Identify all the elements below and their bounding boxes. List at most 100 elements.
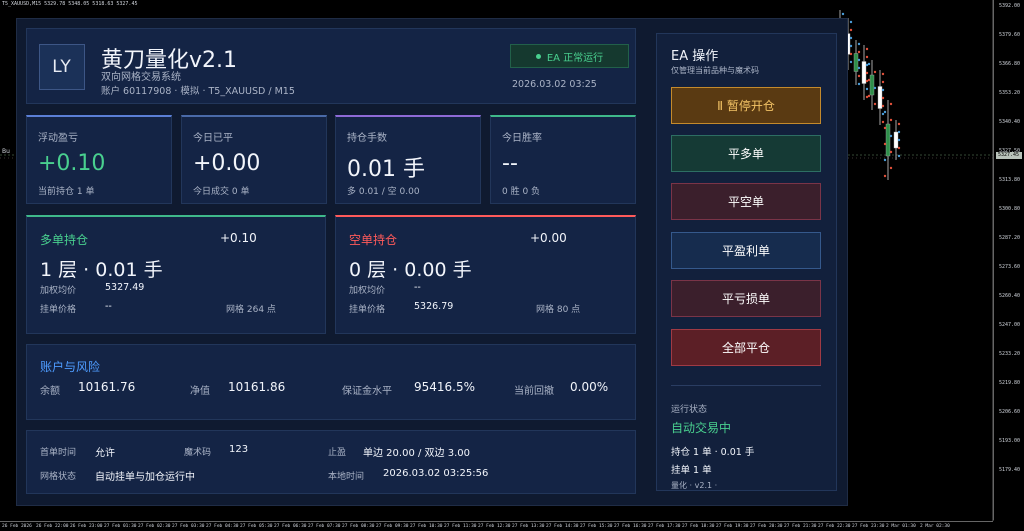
grid-order-marker: [857, 50, 861, 54]
stat-sub: 多 0.01 / 空 0.00: [347, 187, 420, 197]
price-axis-label: 5273.60: [999, 264, 1021, 270]
time-axis-label: 27 Feb 20:30: [750, 524, 783, 529]
risk-title: 账户与风险: [40, 360, 101, 374]
grid-order-marker: [889, 150, 893, 154]
ops-version: 量化 · v2.1 ·: [671, 481, 718, 490]
price-axis-label: 5392.00: [999, 3, 1021, 9]
time-axis-label: 27 Feb 23:30: [852, 524, 885, 529]
app-subtitle: 双向网格交易系统: [101, 72, 181, 83]
short-avg-label: 加权均价: [349, 286, 386, 296]
time-axis-label: 27 Feb 06:30: [274, 524, 307, 529]
grid-order-marker: [857, 42, 861, 46]
long-pending-value: --: [105, 301, 112, 312]
balance-value: 10161.76: [78, 380, 136, 394]
short-pending-label: 挂单价格: [349, 305, 386, 315]
grid-status-value: 自动挂单与加仓运行中: [95, 472, 195, 483]
close-short-button[interactable]: 平空单: [671, 183, 821, 220]
tp-value: 单边 20.00 / 双边 3.00: [363, 448, 470, 459]
grid-status-label: 网格状态: [40, 472, 77, 482]
grid-order-marker: [883, 174, 887, 178]
ops-positions: 持仓 1 单 · 0.01 手: [671, 447, 755, 458]
price-axis-label: 5366.80: [999, 61, 1021, 67]
time-axis-label: 27 Feb 12:30: [478, 524, 511, 529]
header-datetime: 2026.03.02 03:25: [512, 79, 597, 90]
grid-order-marker: [873, 86, 877, 90]
short-pending-value: 5326.79: [414, 301, 454, 312]
time-axis: 26 Feb 2026 26 Feb 22:00 26 Feb 23:00 27 Fe…: [0, 521, 993, 531]
time-axis-label: 27 Feb 08:30: [342, 524, 375, 529]
time-axis-label: 27 Feb 11:30: [444, 524, 477, 529]
run-state-value: 自动交易中: [671, 421, 732, 435]
candle-body: [893, 131, 899, 149]
grid-order-marker: [841, 12, 845, 16]
grid-order-marker: [889, 134, 893, 138]
close-loss-button[interactable]: 平亏损单: [671, 280, 821, 317]
chart-side-label: Bu: [2, 148, 10, 155]
grid-order-marker: [883, 158, 887, 162]
time-axis-label: 27 Feb 13:30: [512, 524, 545, 529]
grid-order-marker: [873, 70, 877, 74]
price-axis-label: 5353.20: [999, 90, 1021, 96]
grid-order-marker: [857, 58, 861, 62]
short-grid: 网格 80 点: [536, 305, 581, 315]
logo: LY: [39, 44, 85, 90]
time-axis-label: 26 Feb 22:00: [36, 524, 69, 529]
time-axis-label: 27 Feb 19:30: [716, 524, 749, 529]
close-all-button[interactable]: 全部平仓: [671, 329, 821, 366]
price-axis-label: 5179.40: [999, 467, 1021, 473]
long-pnl: +0.10: [220, 231, 257, 245]
candle-body: [869, 74, 875, 96]
time-axis-label: 27 Feb 18:30: [682, 524, 715, 529]
time-axis-label: 26 Feb 23:00: [70, 524, 103, 529]
close-profit-button[interactable]: 平盈利单: [671, 232, 821, 269]
drawdown-value: 0.00%: [570, 380, 609, 394]
grid-order-marker: [849, 20, 853, 24]
ea-panel: LY 黄刀量化v2.1 双向网格交易系统 账户 60117908 · 模拟 · …: [16, 18, 848, 506]
first-order-value: 允许: [95, 448, 115, 459]
time-axis-label: 27 Feb 02:30: [138, 524, 171, 529]
tp-label: 止盈: [328, 448, 347, 458]
magic-label: 魔术码: [184, 448, 212, 458]
long-grid: 网格 264 点: [226, 305, 276, 315]
ops-subtitle: 仅管理当前品种与魔术码: [671, 66, 759, 75]
grid-order-marker: [867, 78, 871, 82]
grid-order-marker: [849, 36, 853, 40]
grid-order-marker: [849, 60, 853, 64]
time-axis-label: 27 Feb 05:30: [240, 524, 273, 529]
price-axis-label: 5287.20: [999, 235, 1021, 241]
pause-open-button[interactable]: Ⅱ 暂停开仓: [671, 87, 821, 124]
local-time-label: 本地时间: [328, 472, 365, 482]
grid-order-marker: [867, 94, 871, 98]
grid-order-marker: [897, 154, 901, 158]
price-axis-label: 5260.40: [999, 293, 1021, 299]
time-axis-label: 27 Feb 14:30: [546, 524, 579, 529]
time-axis-label: 27 Feb 16:30: [614, 524, 647, 529]
ops-divider: [671, 385, 821, 386]
price-axis-label: 5233.20: [999, 351, 1021, 357]
long-pending-label: 挂单价格: [40, 305, 77, 315]
grid-order-marker: [881, 88, 885, 92]
grid-order-marker: [883, 126, 887, 130]
grid-order-marker: [857, 66, 861, 70]
stat-value: +0.00: [193, 151, 261, 176]
price-axis-label: 5219.80: [999, 380, 1021, 386]
grid-order-marker: [865, 87, 869, 91]
balance-label: 余额: [40, 386, 60, 397]
grid-order-marker: [881, 120, 885, 124]
grid-order-marker: [865, 55, 869, 59]
grid-order-marker: [881, 96, 885, 100]
grid-order-marker: [889, 166, 893, 170]
candle-body: [885, 123, 891, 157]
time-axis-label: 27 Feb 04:30: [206, 524, 239, 529]
candle-body: [877, 86, 883, 109]
close-long-button[interactable]: 平多单: [671, 135, 821, 172]
time-axis-label: 27 Feb 22:30: [818, 524, 851, 529]
short-layers: 0 层 · 0.00 手: [349, 259, 472, 281]
grid-order-marker: [889, 102, 893, 106]
price-axis-label: 5206.60: [999, 409, 1021, 415]
grid-order-marker: [897, 122, 901, 126]
current-price-tag: 5327.45: [996, 152, 1022, 159]
long-title: 多单持仓: [40, 233, 89, 247]
run-state-label: 运行状态: [671, 405, 708, 415]
equity-label: 净值: [190, 386, 210, 397]
